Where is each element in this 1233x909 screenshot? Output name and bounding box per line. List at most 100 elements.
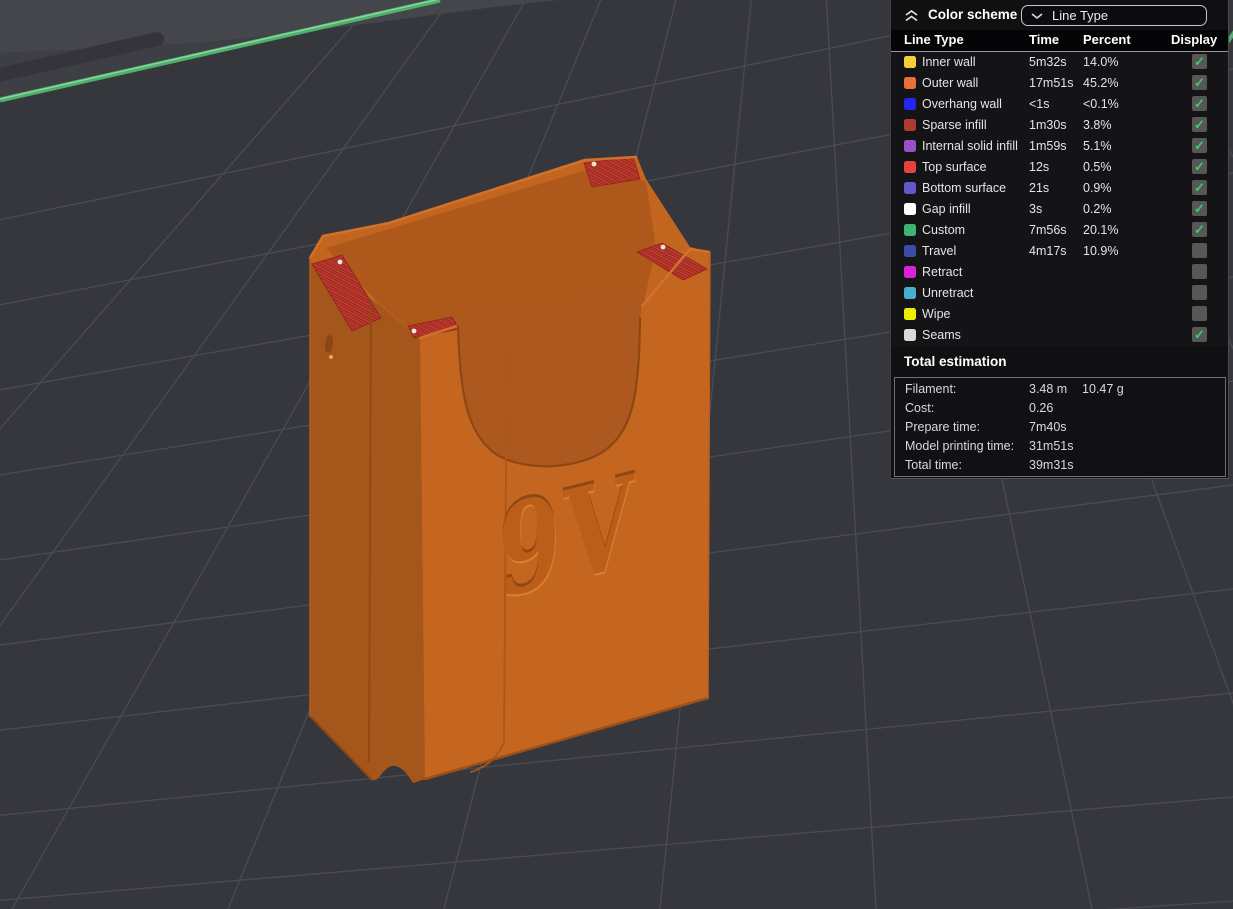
estimation-label: Cost: <box>905 401 935 415</box>
line-type-color-swatch <box>904 77 916 89</box>
line-type-percent: 5.1% <box>1083 139 1112 153</box>
display-checkbox[interactable]: ✓ <box>1192 222 1207 237</box>
display-checkbox[interactable] <box>1192 264 1207 279</box>
line-type-color-swatch <box>904 203 916 215</box>
slicer-preview-window: 9V 9V 9V Color scheme Line Type Line Typ… <box>0 0 1233 909</box>
line-type-label: Wipe <box>922 307 951 321</box>
model-9v-holder[interactable]: 9V 9V 9V <box>308 155 711 783</box>
display-checkbox[interactable]: ✓ <box>1192 75 1207 90</box>
estimation-row: Prepare time: 7m40s <box>895 420 1225 439</box>
column-header-percent: Percent <box>1083 32 1131 47</box>
line-type-color-swatch <box>904 161 916 173</box>
display-checkbox[interactable] <box>1192 306 1207 321</box>
line-type-percent: 45.2% <box>1083 76 1119 90</box>
line-type-label: Overhang wall <box>922 97 1002 111</box>
line-type-row: Custom 7m56s 20.1% ✓ <box>891 220 1228 241</box>
line-type-time: <1s <box>1029 97 1050 111</box>
line-type-label: Custom <box>922 223 966 237</box>
line-type-label: Inner wall <box>922 55 976 69</box>
line-type-percent: 0.2% <box>1083 202 1112 216</box>
line-type-row: Wipe <box>891 304 1228 325</box>
display-checkbox[interactable]: ✓ <box>1192 327 1207 342</box>
line-type-color-swatch <box>904 182 916 194</box>
line-type-percent: 0.9% <box>1083 181 1112 195</box>
line-type-row: Bottom surface 21s 0.9% ✓ <box>891 178 1228 199</box>
line-type-label: Top surface <box>922 160 987 174</box>
line-type-color-swatch <box>904 287 916 299</box>
line-type-label: Internal solid infill <box>922 139 1018 153</box>
estimation-value: 7m40s <box>1029 420 1067 434</box>
estimation-value: 39m31s <box>1029 458 1074 472</box>
line-type-color-swatch <box>904 98 916 110</box>
line-type-row: Sparse infill 1m30s 3.8% ✓ <box>891 115 1228 136</box>
display-checkbox[interactable] <box>1192 243 1207 258</box>
estimation-label: Prepare time: <box>905 420 981 434</box>
estimation-row: Model printing time: 31m51s <box>895 439 1225 458</box>
line-type-color-swatch <box>904 329 916 341</box>
estimation-row: Cost: 0.26 <box>895 401 1225 420</box>
estimation-label: Filament: <box>905 382 957 396</box>
line-type-table: Inner wall 5m32s 14.0% ✓ Outer wall 17m51s 45.… <box>891 52 1228 346</box>
display-checkbox[interactable]: ✓ <box>1192 159 1207 174</box>
line-type-row: Top surface 12s 0.5% ✓ <box>891 157 1228 178</box>
line-type-row: Gap infill 3s 0.2% ✓ <box>891 199 1228 220</box>
collapse-panel-button[interactable] <box>903 8 920 23</box>
line-type-row: Inner wall 5m32s 14.0% ✓ <box>891 52 1228 73</box>
line-type-label: Sparse infill <box>922 118 987 132</box>
color-scheme-dropdown[interactable]: Line Type <box>1021 5 1207 26</box>
estimation-value-2: 10.47 g <box>1082 382 1124 396</box>
display-checkbox[interactable]: ✓ <box>1192 117 1207 132</box>
column-header-display: Display <box>1171 32 1218 47</box>
total-estimation-title: Total estimation <box>904 354 1007 369</box>
line-type-color-swatch <box>904 140 916 152</box>
line-type-row: Outer wall 17m51s 45.2% ✓ <box>891 73 1228 94</box>
line-type-color-swatch <box>904 119 916 131</box>
line-type-label: Bottom surface <box>922 181 1007 195</box>
line-type-percent: 20.1% <box>1083 223 1119 237</box>
table-column-headers: Line Type Time Percent Display <box>891 30 1228 52</box>
line-type-time: 12s <box>1029 160 1050 174</box>
panel-header: Color scheme Line Type <box>891 0 1228 30</box>
estimation-value: 0.26 <box>1029 401 1054 415</box>
estimation-value: 31m51s <box>1029 439 1074 453</box>
line-type-time: 17m51s <box>1029 76 1074 90</box>
line-type-time: 7m56s <box>1029 223 1067 237</box>
display-checkbox[interactable]: ✓ <box>1192 54 1207 69</box>
line-type-label: Gap infill <box>922 202 971 216</box>
column-header-time: Time <box>1029 32 1060 47</box>
line-type-color-swatch <box>904 56 916 68</box>
line-type-label: Travel <box>922 244 957 258</box>
line-type-time: 1m30s <box>1029 118 1067 132</box>
line-type-row: Travel 4m17s 10.9% <box>891 241 1228 262</box>
display-checkbox[interactable]: ✓ <box>1192 96 1207 111</box>
line-type-color-swatch <box>904 224 916 236</box>
line-type-row: Retract <box>891 262 1228 283</box>
line-type-percent: 0.5% <box>1083 160 1112 174</box>
line-type-row: Seams ✓ <box>891 325 1228 346</box>
estimation-row: Filament: 3.48 m 10.47 g <box>895 382 1225 401</box>
line-type-color-swatch <box>904 266 916 278</box>
total-estimation-box: Filament: 3.48 m 10.47 g Cost: 0.26 Prepare t… <box>894 377 1226 477</box>
line-type-row: Overhang wall <1s <0.1% ✓ <box>891 94 1228 115</box>
display-checkbox[interactable]: ✓ <box>1192 180 1207 195</box>
line-type-label: Unretract <box>922 286 974 300</box>
line-type-label: Outer wall <box>922 76 979 90</box>
chevron-down-icon <box>1031 12 1043 19</box>
display-checkbox[interactable]: ✓ <box>1192 201 1207 216</box>
line-type-label: Retract <box>922 265 963 279</box>
line-type-time: 21s <box>1029 181 1050 195</box>
line-type-percent: 3.8% <box>1083 118 1112 132</box>
line-type-percent: 14.0% <box>1083 55 1119 69</box>
seam-dot <box>337 259 343 265</box>
display-checkbox[interactable] <box>1192 285 1207 300</box>
line-type-row: Internal solid infill 1m59s 5.1% ✓ <box>891 136 1228 157</box>
column-header-line-type: Line Type <box>904 32 964 47</box>
estimation-label: Model printing time: <box>905 439 1015 453</box>
line-type-time: 5m32s <box>1029 55 1067 69</box>
double-chevron-up-icon <box>905 9 918 22</box>
estimation-row: Total time: 39m31s <box>895 458 1225 477</box>
display-checkbox[interactable]: ✓ <box>1192 138 1207 153</box>
line-type-color-swatch <box>904 308 916 320</box>
line-type-time: 4m17s <box>1029 244 1067 258</box>
line-type-time: 1m59s <box>1029 139 1067 153</box>
